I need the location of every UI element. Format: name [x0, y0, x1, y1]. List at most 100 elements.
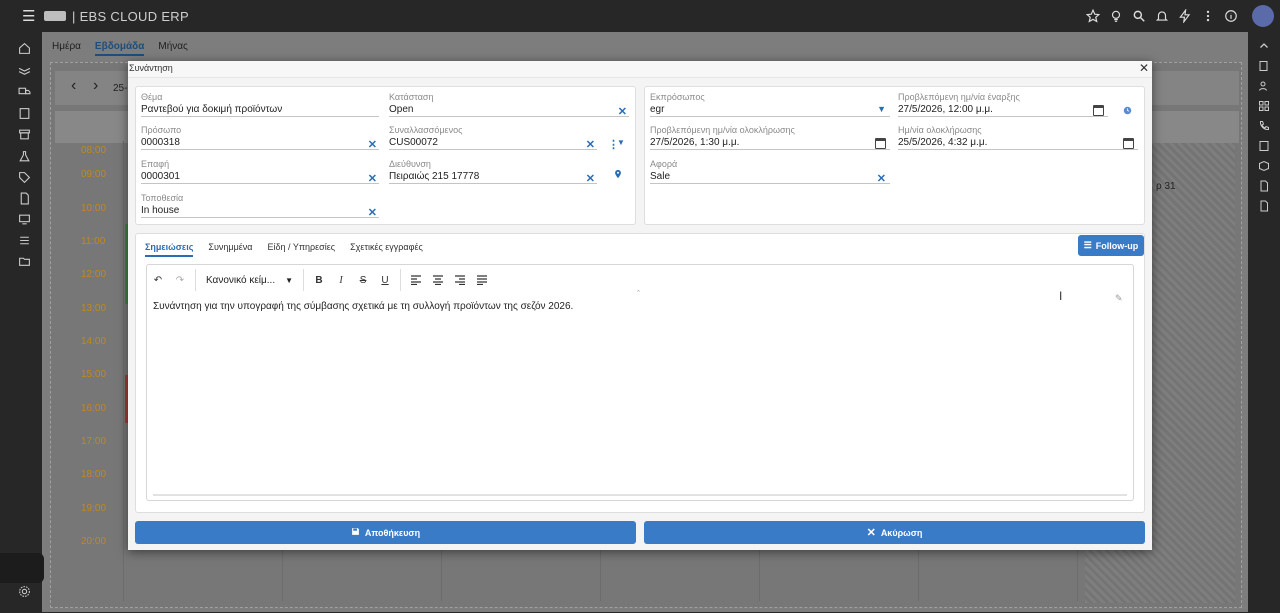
menu-icon[interactable]: ☰ [22, 7, 36, 25]
bolt-icon[interactable] [1177, 8, 1193, 24]
followup-button[interactable]: ☰ Follow-up [1078, 235, 1144, 256]
lightbulb-icon[interactable] [1108, 8, 1124, 24]
align-justify-icon[interactable] [471, 270, 493, 290]
box-icon[interactable] [1258, 160, 1272, 174]
editor-scrollbar[interactable] [153, 494, 1127, 496]
regarding-select[interactable]: Sale [650, 170, 890, 184]
subject-input[interactable]: Ραντεβού για δοκιμή προϊόντων [141, 103, 379, 117]
map-pin-icon[interactable] [613, 168, 623, 183]
sidebar-toggle[interactable] [0, 553, 44, 583]
tab-notes[interactable]: Σημειώσεις [145, 242, 194, 257]
clear-icon[interactable]: ✕ [877, 172, 886, 185]
planned-start-input[interactable]: 27/5/2026, 12:00 μ.μ. [898, 103, 1108, 117]
chevron-down-icon[interactable]: ▼ [617, 138, 625, 147]
contact-field[interactable]: Επαφή 0000301 ✕ [141, 159, 379, 185]
contact-input[interactable]: 0000301 [141, 170, 379, 184]
address-field[interactable]: Διεύθυνση Πειραιώς 215 17778 ✕ [389, 159, 597, 185]
rich-text-editor[interactable]: ↶ ↷ Κανονικό κείμ... ▼ B I S U ˆ ✎ I Συνά… [146, 264, 1134, 501]
location-field[interactable]: Τοποθεσία In house ✕ [141, 193, 379, 219]
list-icon[interactable] [18, 234, 32, 248]
address-input[interactable]: Πειραιώς 215 17778 [389, 170, 597, 184]
status-field[interactable]: Κατάσταση Open ✕ [389, 92, 629, 118]
doc-search-icon[interactable] [1258, 60, 1272, 74]
chevron-up-icon[interactable] [1258, 40, 1272, 54]
calendar-icon[interactable] [1123, 138, 1134, 149]
file-settings-icon[interactable] [1258, 200, 1272, 214]
left-nav-rail [0, 32, 42, 613]
cancel-button[interactable]: ✕ Ακύρωση [644, 521, 1145, 544]
document-icon[interactable] [18, 192, 32, 206]
clear-icon[interactable]: ✕ [368, 172, 377, 185]
align-center-icon[interactable] [427, 270, 449, 290]
text-style-dropdown[interactable]: Κανονικό κείμ... ▼ [200, 270, 299, 290]
close-icon[interactable]: ✕ [1139, 61, 1149, 75]
contacts-icon[interactable] [1258, 140, 1272, 154]
clear-icon[interactable]: ✕ [586, 138, 595, 151]
representative-field[interactable]: Εκπρόσωπος egr ▼ [650, 92, 890, 117]
italic-icon[interactable]: I [330, 270, 352, 290]
truck-icon[interactable] [18, 85, 32, 99]
ledger-icon[interactable] [18, 107, 32, 121]
info-icon[interactable] [1223, 8, 1239, 24]
archive-icon[interactable] [18, 128, 32, 142]
flask-icon[interactable] [18, 150, 32, 164]
settings-icon[interactable] [18, 585, 32, 599]
chevron-left-icon[interactable]: ‹ [71, 77, 76, 95]
trader-input[interactable]: CUS00072 [389, 136, 597, 150]
clear-icon[interactable]: ✕ [586, 172, 595, 185]
person-input[interactable]: 0000318 [141, 136, 379, 150]
calendar-icon[interactable] [1093, 105, 1104, 116]
phone-icon[interactable] [1258, 120, 1272, 134]
representative-select[interactable]: egr [650, 103, 890, 117]
avatar[interactable] [1252, 5, 1274, 27]
details-panel-right: Εκπρόσωπος egr ▼ Προβλεπόμενη ημ/νία ένα… [644, 86, 1145, 225]
trader-field[interactable]: Συναλλασσόμενος CUS00072 ✕ [389, 125, 597, 151]
tab-attachments[interactable]: Συνημμένα [208, 242, 252, 257]
strikethrough-icon[interactable]: S [352, 270, 374, 290]
planned-start-field[interactable]: Προβλεπόμενη ημ/νία έναρξης 27/5/2026, 1… [898, 92, 1108, 117]
star-icon[interactable] [1085, 8, 1101, 24]
grid-icon[interactable] [1258, 100, 1272, 114]
tab-month[interactable]: Μήνας [158, 41, 188, 56]
editor-content[interactable]: Συνάντηση για την υπογραφή της σύμβασης … [153, 301, 573, 312]
planned-end-field[interactable]: Προβλεπόμενη ημ/νία ολοκλήρωσης 27/5/202… [650, 125, 890, 150]
search-icon[interactable] [1131, 8, 1147, 24]
home-icon[interactable] [18, 42, 32, 56]
more-vert-icon[interactable] [1200, 8, 1216, 24]
completion-date-input[interactable]: 25/5/2026, 4:32 μ.μ. [898, 136, 1138, 150]
dropdown-caret-icon[interactable]: ▼ [877, 104, 886, 114]
tab-items-services[interactable]: Είδη / Υπηρεσίες [267, 242, 335, 257]
chevron-right-icon[interactable]: › [93, 77, 98, 95]
align-right-icon[interactable] [449, 270, 471, 290]
tab-related-records[interactable]: Σχετικές εγγραφές [350, 242, 423, 257]
clear-icon[interactable]: ✕ [368, 206, 377, 219]
person-field[interactable]: Πρόσωπο 0000318 ✕ [141, 125, 379, 151]
underline-icon[interactable]: U [374, 270, 396, 290]
bell-icon[interactable] [1154, 8, 1170, 24]
file-icon[interactable] [1258, 180, 1272, 194]
calendar-icon[interactable] [875, 138, 886, 149]
subject-field[interactable]: Θέμα Ραντεβού για δοκιμή προϊόντων [141, 92, 379, 117]
undo-icon[interactable]: ↶ [147, 270, 169, 290]
location-input[interactable]: In house [141, 204, 379, 218]
clear-icon[interactable]: ✕ [368, 138, 377, 151]
status-select[interactable]: Open [389, 103, 629, 117]
monitor-icon[interactable] [18, 213, 32, 227]
completion-date-field[interactable]: Ημ/νία ολοκλήρωσης 25/5/2026, 4:32 μ.μ. [898, 125, 1138, 150]
clock-icon[interactable] [1123, 104, 1132, 118]
regarding-field[interactable]: Αφορά Sale ✕ [650, 159, 890, 185]
bold-icon[interactable]: B [308, 270, 330, 290]
planned-end-input[interactable]: 27/5/2026, 1:30 μ.μ. [650, 136, 890, 150]
tag-icon[interactable] [18, 171, 32, 185]
redo-icon[interactable]: ↷ [169, 270, 191, 290]
tab-week[interactable]: Εβδομάδα [94, 41, 145, 56]
layers-icon[interactable] [18, 64, 32, 78]
resize-icon[interactable]: ✎ [1115, 293, 1123, 304]
collapse-toolbar-icon[interactable]: ˆ [637, 289, 640, 299]
clear-icon[interactable]: ✕ [618, 105, 627, 118]
tab-day[interactable]: Ημέρα [52, 41, 81, 56]
folder-icon[interactable] [18, 255, 32, 269]
align-left-icon[interactable] [405, 270, 427, 290]
save-button[interactable]: Αποθήκευση [135, 521, 636, 544]
user-add-icon[interactable] [1258, 80, 1272, 94]
